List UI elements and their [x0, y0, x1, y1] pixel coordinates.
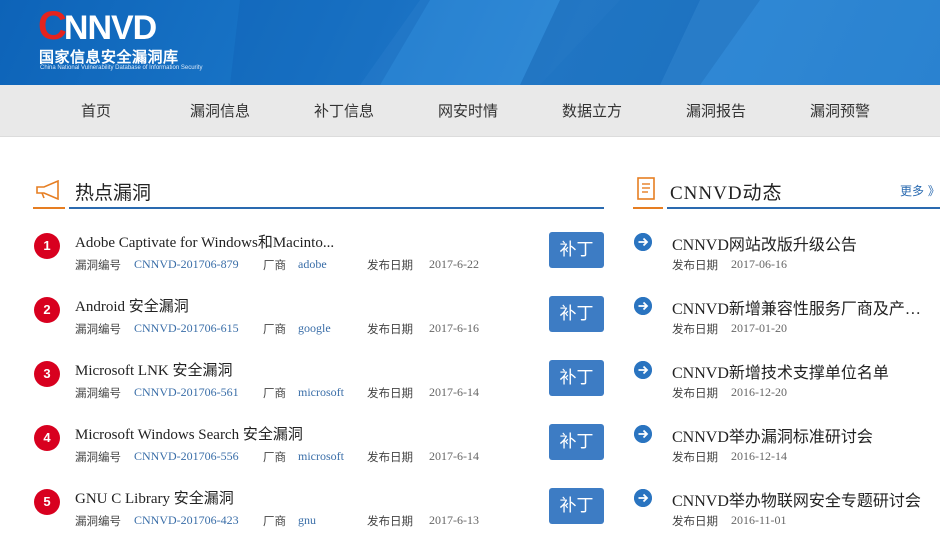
vuln-id-label: 漏洞编号 [75, 258, 121, 272]
vuln-id[interactable]: CNNVD-201706-615 [134, 321, 239, 336]
hot-vulns-title: 热点漏洞 [75, 182, 152, 204]
logo-chinese-name: 国家信息安全漏洞库 [39, 48, 179, 66]
date-label: 发布日期 [367, 514, 413, 528]
list-item: 3 Microsoft LNK 安全漏洞 漏洞编号 CNNVD-201706-5… [0, 356, 610, 420]
main-nav: 首页 漏洞信息 补丁信息 网安时情 数据立方 漏洞报告 漏洞预警 合 [0, 85, 940, 137]
list-item: CNNVD新增兼容性服务厂商及产品名单 发布日期 2017-01-20 [630, 292, 940, 356]
nav-item-home[interactable]: 首页 [34, 85, 158, 136]
arrow-right-icon [634, 361, 652, 379]
vendor-label: 厂商 [263, 514, 286, 528]
vendor-link[interactable]: gnu [298, 513, 316, 528]
vendor-link[interactable]: microsoft [298, 385, 344, 400]
logo-english-name: China National Vulnerability Database of… [40, 65, 203, 71]
vuln-title[interactable]: Android 安全漏洞 [75, 295, 189, 316]
hot-title-underline [69, 207, 604, 209]
nav-item-alerts[interactable]: 漏洞预警 [778, 85, 902, 136]
list-item: 1 Adobe Captivate for Windows和Macinto...… [0, 228, 610, 292]
vendor-link[interactable]: adobe [298, 257, 327, 272]
list-item: CNNVD举办漏洞标准研讨会 发布日期 2016-12-14 [630, 420, 940, 484]
logo-letters: NNVD [63, 9, 157, 47]
vuln-id-label: 漏洞编号 [75, 450, 121, 464]
date-label: 发布日期 [672, 514, 718, 528]
nav-item-data-cube[interactable]: 数据立方 [530, 85, 654, 136]
news-title[interactable]: CNNVD新增兼容性服务厂商及产品名单 [672, 295, 924, 319]
news-title[interactable]: CNNVD网站改版升级公告 [672, 231, 924, 255]
arrow-right-icon [634, 425, 652, 443]
publish-date: 2016-12-14 [731, 449, 787, 463]
nav-item-patches[interactable]: 补丁信息 [282, 85, 406, 136]
date-label: 发布日期 [367, 322, 413, 336]
vendor-label: 厂商 [263, 386, 286, 400]
news-title-underline [667, 207, 940, 209]
vuln-title[interactable]: Adobe Captivate for Windows和Macinto... [75, 231, 334, 252]
vendor-label: 厂商 [263, 322, 286, 336]
rank-badge: 4 [34, 425, 60, 451]
news-title-underline-accent [633, 207, 663, 209]
document-icon [637, 177, 655, 200]
news-title[interactable]: CNNVD新增技术支撑单位名单 [672, 359, 924, 383]
list-item: CNNVD举办物联网安全专题研讨会 发布日期 2016-11-01 [630, 484, 940, 547]
publish-date: 2017-6-22 [429, 257, 479, 271]
hot-title-underline-accent [33, 207, 65, 209]
vuln-title[interactable]: GNU C Library 安全漏洞 [75, 487, 234, 508]
list-item: 5 GNU C Library 安全漏洞 漏洞编号 CNNVD-201706-4… [0, 484, 610, 547]
arrow-right-icon [634, 233, 652, 251]
more-link[interactable]: 更多 》 [900, 182, 940, 199]
nav-item-security-news[interactable]: 网安时情 [406, 85, 530, 136]
vuln-id-label: 漏洞编号 [75, 514, 121, 528]
logo-mark: CNNVD [38, 4, 157, 49]
arrow-right-icon [634, 489, 652, 507]
patch-button[interactable]: 补丁 [549, 232, 604, 268]
vuln-id-label: 漏洞编号 [75, 322, 121, 336]
vuln-title[interactable]: Microsoft LNK 安全漏洞 [75, 359, 233, 380]
date-label: 发布日期 [367, 386, 413, 400]
patch-button[interactable]: 补丁 [549, 360, 604, 396]
site-header: CNNVD 国家信息安全漏洞库 China National Vulnerabi… [0, 0, 940, 85]
list-item: 2 Android 安全漏洞 漏洞编号 CNNVD-201706-615 厂商 … [0, 292, 610, 356]
publish-date: 2017-6-14 [429, 449, 479, 463]
rank-badge: 2 [34, 297, 60, 323]
date-label: 发布日期 [672, 322, 718, 336]
publish-date: 2017-6-16 [429, 321, 479, 335]
vuln-title[interactable]: Microsoft Windows Search 安全漏洞 [75, 423, 303, 444]
rank-badge: 3 [34, 361, 60, 387]
patch-button[interactable]: 补丁 [549, 296, 604, 332]
logo-letter-c: C [38, 4, 67, 48]
nav-item-vulnerabilities[interactable]: 漏洞信息 [158, 85, 282, 136]
patch-button[interactable]: 补丁 [549, 424, 604, 460]
date-label: 发布日期 [367, 258, 413, 272]
arrow-right-icon [634, 297, 652, 315]
vuln-id[interactable]: CNNVD-201706-561 [134, 385, 239, 400]
date-label: 发布日期 [672, 386, 718, 400]
vendor-label: 厂商 [263, 450, 286, 464]
rank-badge: 5 [34, 489, 60, 515]
date-label: 发布日期 [672, 450, 718, 464]
vuln-id[interactable]: CNNVD-201706-423 [134, 513, 239, 528]
news-title[interactable]: CNNVD举办漏洞标准研讨会 [672, 423, 924, 447]
list-item: CNNVD网站改版升级公告 发布日期 2017-06-16 [630, 228, 940, 292]
news-title[interactable]: CNNVD举办物联网安全专题研讨会 [672, 487, 924, 511]
list-item: 4 Microsoft Windows Search 安全漏洞 漏洞编号 CNN… [0, 420, 610, 484]
publish-date: 2017-01-20 [731, 321, 787, 335]
vendor-link[interactable]: google [298, 321, 331, 336]
date-label: 发布日期 [367, 450, 413, 464]
publish-date: 2017-6-14 [429, 385, 479, 399]
publish-date: 2016-12-20 [731, 385, 787, 399]
patch-button[interactable]: 补丁 [549, 488, 604, 524]
news-section-title: CNNVD动态 [670, 183, 783, 204]
date-label: 发布日期 [672, 258, 718, 272]
publish-date: 2016-11-01 [731, 513, 787, 527]
vendor-link[interactable]: microsoft [298, 449, 344, 464]
publish-date: 2017-6-13 [429, 513, 479, 527]
list-item: CNNVD新增技术支撑单位名单 发布日期 2016-12-20 [630, 356, 940, 420]
publish-date: 2017-06-16 [731, 257, 787, 271]
vuln-id[interactable]: CNNVD-201706-556 [134, 449, 239, 464]
vendor-label: 厂商 [263, 258, 286, 272]
megaphone-icon [36, 180, 59, 200]
rank-badge: 1 [34, 233, 60, 259]
vuln-id-label: 漏洞编号 [75, 386, 121, 400]
nav-item-reports[interactable]: 漏洞报告 [654, 85, 778, 136]
nav-item-cooperation[interactable]: 合 [902, 85, 940, 136]
vuln-id[interactable]: CNNVD-201706-879 [134, 257, 239, 272]
